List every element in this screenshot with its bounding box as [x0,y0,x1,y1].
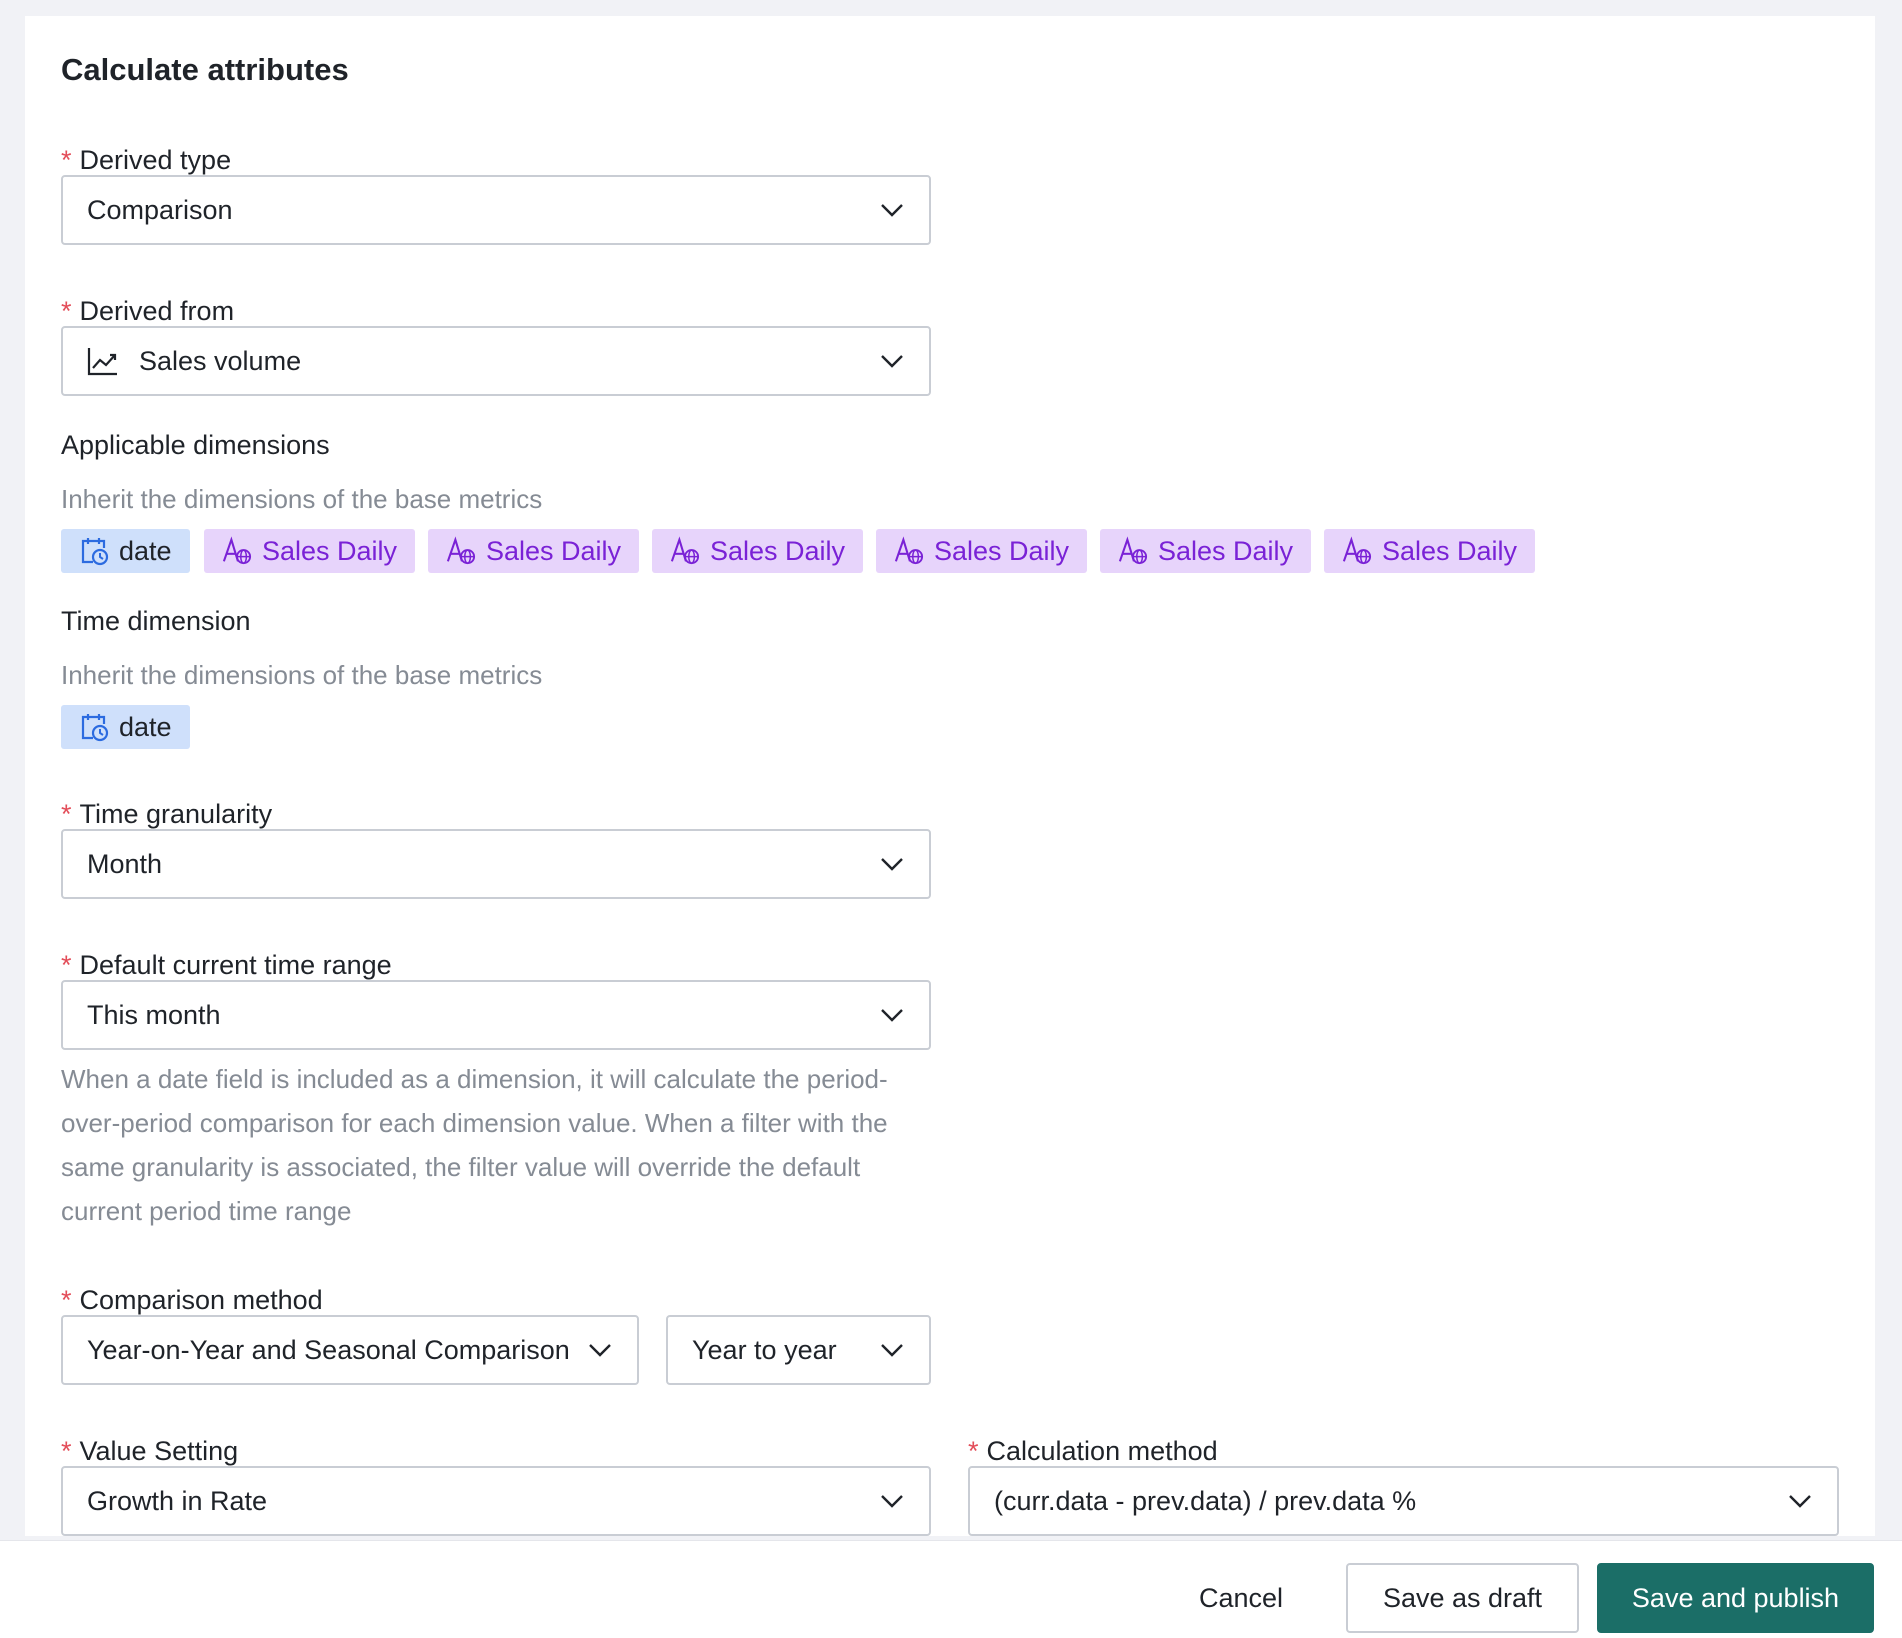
chevron-down-icon [1787,1488,1813,1514]
chevron-down-icon [587,1337,613,1363]
dimension-tag-sales-daily: Sales Daily [876,529,1088,573]
derived-from-select[interactable]: Sales volume [61,326,931,396]
required-marker: * [61,145,72,175]
dimension-tag-sales-daily: Sales Daily [1100,529,1312,573]
dimension-tag-date: date [61,529,190,573]
derived-type-label: * Derived type [61,145,232,175]
applicable-dimensions-hint: Inherit the dimensions of the base metri… [61,484,543,514]
required-marker: * [61,1285,72,1315]
panel-title: Calculate attributes [61,52,349,87]
time-dimension-hint: Inherit the dimensions of the base metri… [61,660,543,690]
required-marker: * [968,1436,979,1466]
chevron-down-icon [879,851,905,877]
calculation-method-value: (curr.data - prev.data) / prev.data % [994,1485,1417,1516]
chevron-down-icon [879,1488,905,1514]
calendar-clock-icon [79,712,109,742]
text-global-icon [1342,536,1372,566]
derived-from-label: * Derived from [61,296,235,326]
derived-type-select[interactable]: Comparison [61,175,931,245]
text-global-icon [446,536,476,566]
default-time-range-select[interactable]: This month [61,980,931,1050]
derived-from-value: Sales volume [139,345,302,376]
footer-action-bar: Cancel Save as draft Save and publish [0,1540,1902,1638]
text-global-icon [222,536,252,566]
comparison-method-select[interactable]: Year-on-Year and Seasonal Comparison [61,1315,639,1385]
calculate-attributes-panel: Calculate attributes * Derived type Compa… [25,16,1875,1536]
applicable-dimensions-label: Applicable dimensions [61,430,330,460]
dimension-tag-sales-daily: Sales Daily [428,529,640,573]
calculation-method-label: * Calculation method [968,1436,1218,1466]
comparison-period-select[interactable]: Year to year [666,1315,931,1385]
default-time-range-help: When a date field is included as a dimen… [61,1064,888,1226]
chevron-down-icon [879,197,905,223]
default-time-range-value: This month [87,999,221,1030]
text-global-icon [894,536,924,566]
value-setting-label: * Value Setting [61,1436,239,1466]
time-granularity-select[interactable]: Month [61,829,931,899]
comparison-method-label: * Comparison method [61,1285,323,1315]
calendar-clock-icon [79,536,109,566]
time-dimension-tag-date: date [61,705,190,749]
derived-type-value: Comparison [87,194,233,225]
required-marker: * [61,799,72,829]
chevron-down-icon [879,1002,905,1028]
time-dimension-label: Time dimension [61,606,251,636]
comparison-period-value: Year to year [692,1334,837,1365]
dimension-tag-sales-daily: Sales Daily [652,529,864,573]
dimension-tag-sales-daily: Sales Daily [204,529,416,573]
value-setting-select[interactable]: Growth in Rate [61,1466,931,1536]
text-global-icon [670,536,700,566]
required-marker: * [61,296,72,326]
time-granularity-value: Month [87,848,163,879]
dimension-tag-sales-daily: Sales Daily [1324,529,1536,573]
calculation-method-select[interactable]: (curr.data - prev.data) / prev.data % [968,1466,1839,1536]
save-as-draft-button[interactable]: Save as draft [1346,1563,1579,1633]
line-chart-icon [87,344,121,378]
cancel-button[interactable]: Cancel [1176,1563,1306,1633]
chevron-down-icon [879,1337,905,1363]
value-setting-value: Growth in Rate [87,1485,268,1516]
comparison-method-value: Year-on-Year and Seasonal Comparison [87,1334,570,1365]
save-and-publish-button[interactable]: Save and publish [1597,1563,1874,1633]
chevron-down-icon [879,348,905,374]
text-global-icon [1118,536,1148,566]
required-marker: * [61,1436,72,1466]
default-time-range-label: * Default current time range [61,950,392,980]
required-marker: * [61,950,72,980]
time-granularity-label: * Time granularity [61,799,273,829]
